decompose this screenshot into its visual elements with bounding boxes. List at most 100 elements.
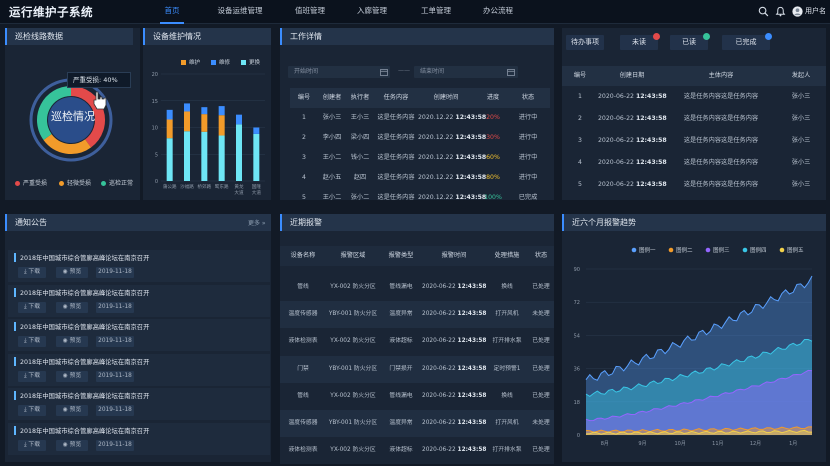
nav-device-ops[interactable]: 设备运维管理 (210, 0, 270, 24)
todo-date-cell: 2020-06-22 12:43:58 (598, 130, 667, 151)
trend-y-tick-label: 0 (577, 433, 580, 439)
todo-time: 12:43:58 (635, 115, 667, 122)
work-created-time: 2020.12.22 12:43:58 (418, 168, 486, 188)
notice-download-button[interactable]: ⤓ 下载 (18, 267, 46, 278)
alarm-date: 2020-06-22 (422, 392, 456, 399)
notice-download-button[interactable]: ⤓ 下载 (18, 370, 46, 382)
alarm-cell: YX-002 防火分区 (330, 338, 376, 345)
end-date-input[interactable]: 结束时间 (414, 66, 518, 78)
todo-date: 2020-06-22 (598, 137, 634, 144)
alarm-table-row[interactable]: 门禁 YBY-001 防火分区 门禁损开 2020-06-22 12:43:58 定时预… (280, 355, 554, 383)
notice-preview-button[interactable]: ◉ 预览 (56, 267, 88, 278)
todo-tab-3[interactable]: 已完成 (722, 33, 772, 50)
notice-preview-button[interactable]: ◉ 预览 (56, 336, 88, 347)
bell-icon[interactable] (775, 6, 786, 17)
trend-legend-swatch (631, 247, 637, 253)
notice-preview-button[interactable]: ◉ 预览 (56, 405, 88, 416)
notice-download-button[interactable]: ⤓ 下载 (18, 301, 46, 313)
alarm-table-row[interactable]: 液体检测表 YX-002 防火分区 液体超标 2020-06-22 12:43:58 打… (280, 437, 554, 465)
work-table-header: 编号 创建者 执行者 任务内容 创建时间 进度 状态 (290, 88, 550, 108)
notice-download-button[interactable]: ⤓ 下载 (18, 336, 46, 347)
work-table-row[interactable]: 2 李小四 梁小四 这是任务内容 2020.12.22 12:43:58 30% 进行中 (290, 128, 550, 148)
calendar-icon[interactable] (507, 68, 515, 76)
download-label: 下载 (28, 372, 40, 379)
nav-gallery-entry[interactable]: 入廊管理 (352, 0, 392, 24)
bar-segment (253, 133, 260, 181)
alarm-header-cell: 报警区域 (340, 252, 366, 259)
todo-table-row[interactable]: 3 2020-06-22 12:43:58 这是任务内容这是任务内容 张小三 (562, 130, 826, 151)
user-name[interactable]: 用户名 (805, 6, 826, 16)
nav-office[interactable]: 办公流程 (478, 0, 518, 24)
work-cell: 钱小二 (350, 154, 370, 161)
alarm-time: 12:43:58 (457, 447, 487, 454)
notice-item[interactable]: 2018年中国城市综合管廊高峰论坛在南京召开 ⤓ 下载 ◉ 预览 2019-11-18 (8, 422, 270, 455)
bar-y-tick-label: 0 (155, 179, 158, 185)
todo-date: 2020-06-22 (598, 159, 634, 166)
todo-header-cell: 编号 (573, 72, 587, 79)
alarm-table-row[interactable]: 管线 YX-002 防火分区 管线漏电 2020-06-22 12:43:58 换线 已处… (280, 274, 554, 301)
alarm-cell: 门禁损开 (389, 365, 413, 372)
notice-preview-button[interactable]: ◉ 预览 (56, 301, 88, 313)
todo-tab-0[interactable]: 待办事项 (566, 35, 604, 50)
work-progress: 20% (486, 114, 500, 121)
notice-item[interactable]: 2018年中国城市综合管廊高峰论坛在南京召开 ⤓ 下载 ◉ 预览 2019-11-18 (8, 250, 270, 282)
work-table: 编号 创建者 执行者 任务内容 创建时间 进度 状态 1 张小三 王小三 这是任务内容 2020.12… (290, 88, 550, 201)
alarm-cell: 温度异常 (389, 420, 413, 426)
search-icon[interactable] (758, 6, 769, 17)
alarm-time-cell: 2020-06-22 12:43:58 (422, 383, 486, 410)
alarm-table-row[interactable]: 液体检测表 YX-002 防火分区 液体超标 2020-06-22 12:43:58 打… (280, 328, 554, 356)
bar-segment (184, 131, 190, 181)
alarm-time: 12:43:58 (457, 311, 487, 318)
work-table-row[interactable]: 5 王小二 张小二 这是任务内容 2020.12.22 12:43:58 100% 已完成 (290, 188, 550, 208)
todo-tab-2[interactable]: 已读 (670, 33, 710, 50)
trend-y-tick-label: 36 (574, 367, 580, 373)
alarm-time-cell: 2020-06-22 12:43:58 (422, 437, 486, 464)
nav-home[interactable]: 首页 (160, 0, 184, 24)
notice-preview-button[interactable]: ◉ 预览 (56, 370, 88, 382)
todo-table-row[interactable]: 5 2020-06-22 12:43:58 这是任务内容这是任务内容 张小三 (562, 174, 826, 195)
work-table-row[interactable]: 4 赵小五 赵四 这是任务内容 2020.12.22 12:43:58 80% 进行中 (290, 168, 550, 188)
work-table-row[interactable]: 3 王小二 钱小二 这是任务内容 2020.12.22 12:43:58 60% 进行中 (290, 148, 550, 168)
todo-header-cell: 主体内容 (708, 72, 734, 79)
work-status: 进行中 (518, 134, 538, 141)
download-label: 下载 (28, 338, 40, 344)
alarm-cell: YX-002 防火分区 (330, 392, 376, 399)
todo-table-row[interactable]: 4 2020-06-22 12:43:58 这是任务内容这是任务内容 张小三 (562, 152, 826, 173)
work-table-row[interactable]: 1 张小三 王小三 这是任务内容 2020.12.22 12:43:58 20% 进行中 (290, 108, 550, 128)
work-status: 进行中 (518, 174, 538, 181)
notice-preview-button[interactable]: ◉ 预览 (56, 439, 88, 451)
work-panel-title: 工作详情 (280, 28, 554, 45)
notice-item[interactable]: 2018年中国城市综合管廊高峰论坛在南京召开 ⤓ 下载 ◉ 预览 2019-11-18 (8, 284, 270, 317)
work-created-time: 2020.12.22 12:43:58 (418, 188, 486, 208)
todo-tab-badge (703, 33, 710, 40)
bar-y-tick-label: 5 (155, 152, 158, 158)
notice-download-button[interactable]: ⤓ 下载 (18, 439, 46, 451)
nav-work-order[interactable]: 工单管理 (416, 0, 456, 24)
todo-date-cell: 2020-06-22 12:43:58 (598, 174, 667, 195)
work-cell: 赵四 (353, 174, 367, 181)
alarm-cell: YBY-001 防火分区 (328, 311, 378, 318)
work-cell: 张小三 (322, 114, 342, 121)
avatar-icon[interactable] (792, 6, 803, 17)
alarm-action: 定时预警1 (493, 365, 521, 372)
todo-table-row[interactable]: 1 2020-06-22 12:43:58 这是任务内容这是任务内容 张小三 (562, 86, 826, 107)
trend-panel: 近六个月报警趋势 0 18 36 54 72 90 8月 9月 10月 11月 12月 1月 图例一 图例… (562, 214, 826, 462)
notice-download-button[interactable]: ⤓ 下载 (18, 405, 46, 416)
trend-legend-swatch (668, 247, 674, 253)
notice-more-link[interactable]: 更多 » (248, 218, 266, 227)
notice-item[interactable]: 2018年中国城市综合管廊高峰论坛在南京召开 ⤓ 下载 ◉ 预览 2019-11-18 (8, 353, 270, 386)
work-created-time: 2020.12.22 12:43:58 (418, 148, 486, 168)
alarm-time: 12:43:58 (457, 420, 487, 426)
alarm-table-row[interactable]: 温度传感器 YBY-001 防火分区 温度异常 2020-06-22 12:43:58… (280, 301, 554, 329)
notice-item[interactable]: 2018年中国城市综合管廊高峰论坛在南京召开 ⤓ 下载 ◉ 预览 2019-11-18 (8, 388, 270, 420)
calendar-icon[interactable] (380, 68, 388, 76)
alarm-table-row[interactable]: 管线 YX-002 防火分区 管线漏电 2020-06-22 12:43:58 换线 已处… (280, 382, 554, 410)
notice-item[interactable]: 2018年中国城市综合管廊高峰论坛在南京召开 ⤓ 下载 ◉ 预览 2019-11-18 (8, 319, 270, 351)
todo-tab-1[interactable]: 未读 (620, 33, 660, 50)
notice-date: 2019-11-18 (96, 439, 134, 451)
todo-table-row[interactable]: 2 2020-06-22 12:43:58 这是任务内容这是任务内容 张小三 (562, 108, 826, 129)
start-date-input[interactable]: 开始时间 (288, 66, 390, 78)
alarm-header-cell: 状态 (534, 252, 548, 259)
alarm-table-row[interactable]: 温度传感器 YBY-001 防火分区 温度异常 2020-06-22 12:43:58… (280, 410, 554, 437)
nav-duty[interactable]: 值班管理 (290, 0, 330, 24)
